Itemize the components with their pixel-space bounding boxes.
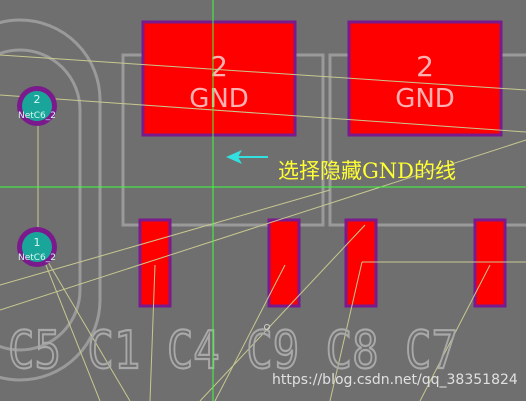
via-1-net: NetC6_2 bbox=[18, 253, 56, 263]
small-pad-2[interactable] bbox=[267, 218, 301, 308]
pad-top-right-net: GND bbox=[395, 84, 455, 114]
via-2-net: NetC6_2 bbox=[18, 111, 56, 121]
via-2-number: 2 bbox=[34, 93, 41, 106]
small-pads bbox=[138, 218, 507, 308]
via-1[interactable]: 1 NetC6_2 bbox=[17, 227, 57, 267]
watermark-text: https://blog.csdn.net/qq_38351824 bbox=[272, 372, 518, 388]
pad-top-right-number: 2 bbox=[416, 50, 434, 83]
small-pad-4[interactable] bbox=[473, 218, 507, 308]
annotation-text: 选择隐藏GND的线 bbox=[278, 159, 456, 183]
via-2[interactable]: 2 NetC6_2 bbox=[17, 86, 57, 126]
pcb-canvas[interactable]: 2 GND 2 GND C5 C1 C4 C9 C8 C7 2 NetC6_2 … bbox=[0, 0, 526, 401]
annotation-arrow-icon bbox=[226, 150, 268, 164]
small-pad-3[interactable] bbox=[344, 218, 378, 308]
via-1-number: 1 bbox=[34, 236, 41, 249]
pad-top-left-net: GND bbox=[189, 84, 249, 114]
pcb-layer: 2 GND 2 GND C5 C1 C4 C9 C8 C7 2 NetC6_2 … bbox=[0, 0, 526, 401]
pad-top-right[interactable]: 2 GND bbox=[347, 20, 503, 137]
pad-top-left[interactable]: 2 GND bbox=[141, 20, 297, 137]
